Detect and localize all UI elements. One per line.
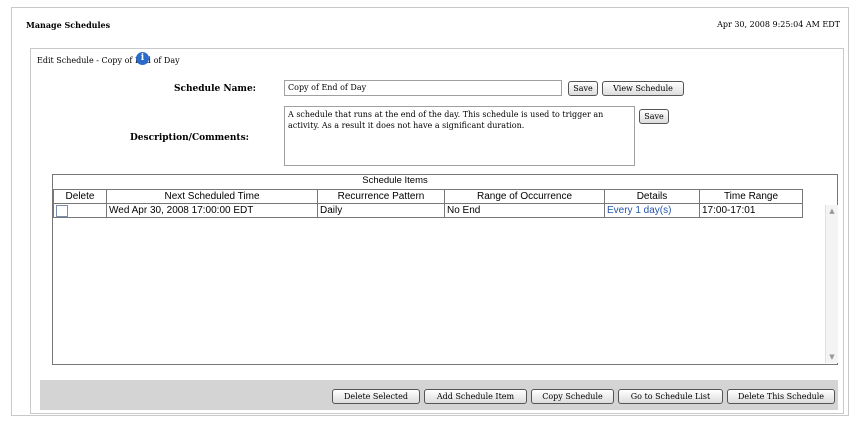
range-cell: No End: [444, 203, 605, 218]
vertical-scrollbar[interactable]: ▲ ▼: [825, 205, 838, 363]
column-header-time-range: Time Range: [699, 189, 803, 204]
panel-title: Edit Schedule - Copy of End of Day: [37, 56, 180, 65]
scroll-down-icon[interactable]: ▼: [826, 353, 838, 361]
delete-this-schedule-button[interactable]: Delete This Schedule: [727, 389, 835, 404]
recurrence-cell: Daily: [317, 203, 445, 218]
save-name-button[interactable]: Save: [568, 81, 598, 96]
column-header-delete: Delete: [53, 189, 107, 204]
column-header-next-time: Next Scheduled Time: [106, 189, 318, 204]
time-range-cell: 17:00-17:01: [699, 203, 803, 218]
copy-schedule-button[interactable]: Copy Schedule: [531, 389, 614, 404]
column-header-details: Details: [604, 189, 700, 204]
table-header-row: Delete Next Scheduled Time Recurrence Pa…: [53, 189, 803, 204]
scroll-up-icon[interactable]: ▲: [826, 207, 838, 215]
schedule-name-input[interactable]: Copy of End of Day: [284, 80, 562, 96]
delete-checkbox[interactable]: [56, 204, 68, 217]
delete-selected-button[interactable]: Delete Selected: [332, 389, 420, 404]
delete-checkbox-cell: [53, 203, 107, 218]
header-datetime: Apr 30, 2008 9:25:04 AM EDT: [717, 20, 840, 29]
column-header-recurrence: Recurrence Pattern: [317, 189, 445, 204]
description-label: Description/Comments:: [130, 133, 249, 143]
go-to-schedule-list-button[interactable]: Go to Schedule List: [618, 389, 723, 404]
page-title: Manage Schedules: [26, 20, 111, 30]
schedule-items-caption: Schedule Items: [362, 175, 428, 186]
schedule-name-label: Schedule Name:: [174, 84, 256, 94]
column-header-range: Range of Occurrence: [444, 189, 605, 204]
view-schedule-button[interactable]: View Schedule: [602, 81, 684, 96]
save-description-button[interactable]: Save: [639, 109, 669, 124]
schedule-items-table: Delete Next Scheduled Time Recurrence Pa…: [53, 189, 803, 218]
table-row[interactable]: Wed Apr 30, 2008 17:00:00 EDT Daily No E…: [53, 203, 803, 218]
details-link[interactable]: Every 1 day(s): [604, 203, 700, 218]
description-textarea[interactable]: A schedule that runs at the end of the d…: [284, 106, 635, 166]
page-header: Manage Schedules Apr 30, 2008 9:25:04 AM…: [12, 12, 848, 34]
info-icon[interactable]: i: [136, 52, 149, 65]
add-schedule-item-button[interactable]: Add Schedule Item: [424, 389, 527, 404]
next-time-cell: Wed Apr 30, 2008 17:00:00 EDT: [106, 203, 318, 218]
